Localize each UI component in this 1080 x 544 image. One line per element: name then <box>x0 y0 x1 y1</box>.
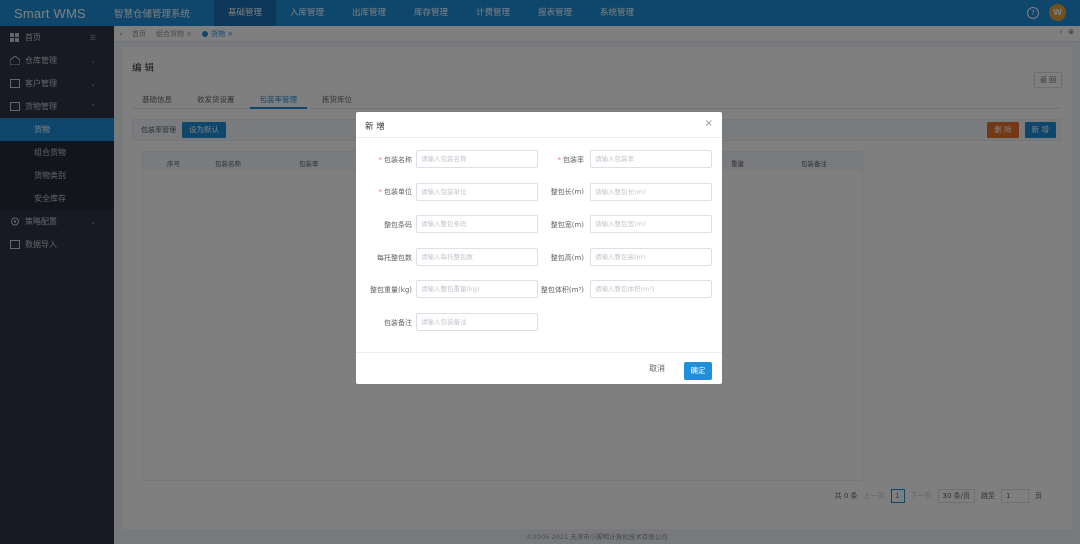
dialog-title: 新 增 <box>365 122 385 132</box>
package-width-label: 整包宽(m) <box>550 221 584 229</box>
pallet-count-label: 每托整包数 <box>377 254 412 262</box>
package-volume-label: 整包体积(m³) <box>540 286 584 294</box>
close-icon[interactable]: × <box>705 118 713 129</box>
package-name-input[interactable]: 请输入包装名称 <box>416 150 538 168</box>
package-unit-input[interactable]: 请输入包装单位 <box>416 183 538 201</box>
package-length-input[interactable]: 请输入整包长(m) <box>590 183 712 201</box>
package-weight-input[interactable]: 请输入整包重量(kg) <box>416 280 538 298</box>
package-volume-input[interactable]: 请输入整包体积(m³) <box>590 280 712 298</box>
package-height-input[interactable]: 请输入整包高(m) <box>590 248 712 266</box>
package-barcode-label: 整包条码 <box>384 221 412 229</box>
package-rate-input[interactable]: 请输入包装率 <box>590 150 712 168</box>
package-name-label: * 包装名称 <box>378 156 413 164</box>
package-unit-label: * 包装单位 <box>378 188 413 196</box>
confirm-button[interactable]: 确定 <box>684 362 712 380</box>
cancel-button[interactable]: 取消 <box>649 363 665 374</box>
package-weight-label: 整包重量(kg) <box>370 286 412 294</box>
package-rate-label: * 包装率 <box>557 156 585 164</box>
dialog-header: 新 增 × <box>356 112 722 138</box>
package-width-input[interactable]: 请输入整包宽(m) <box>590 215 712 233</box>
package-length-label: 整包长(m) <box>550 188 584 196</box>
package-height-label: 整包高(m) <box>550 254 584 262</box>
add-package-dialog: 新 增 × * 包装名称 请输入包装名称 * 包装率 请输入包装率 * 包装单位 请输… <box>356 112 722 384</box>
package-barcode-input[interactable]: 请输入整包条码 <box>416 215 538 233</box>
package-remark-label: 包装备注 <box>384 319 412 327</box>
package-remark-input[interactable]: 请输入包装备注 <box>416 313 538 331</box>
pallet-count-input[interactable]: 请输入每托整包数 <box>416 248 538 266</box>
dialog-footer: 取消 确定 <box>356 352 722 384</box>
